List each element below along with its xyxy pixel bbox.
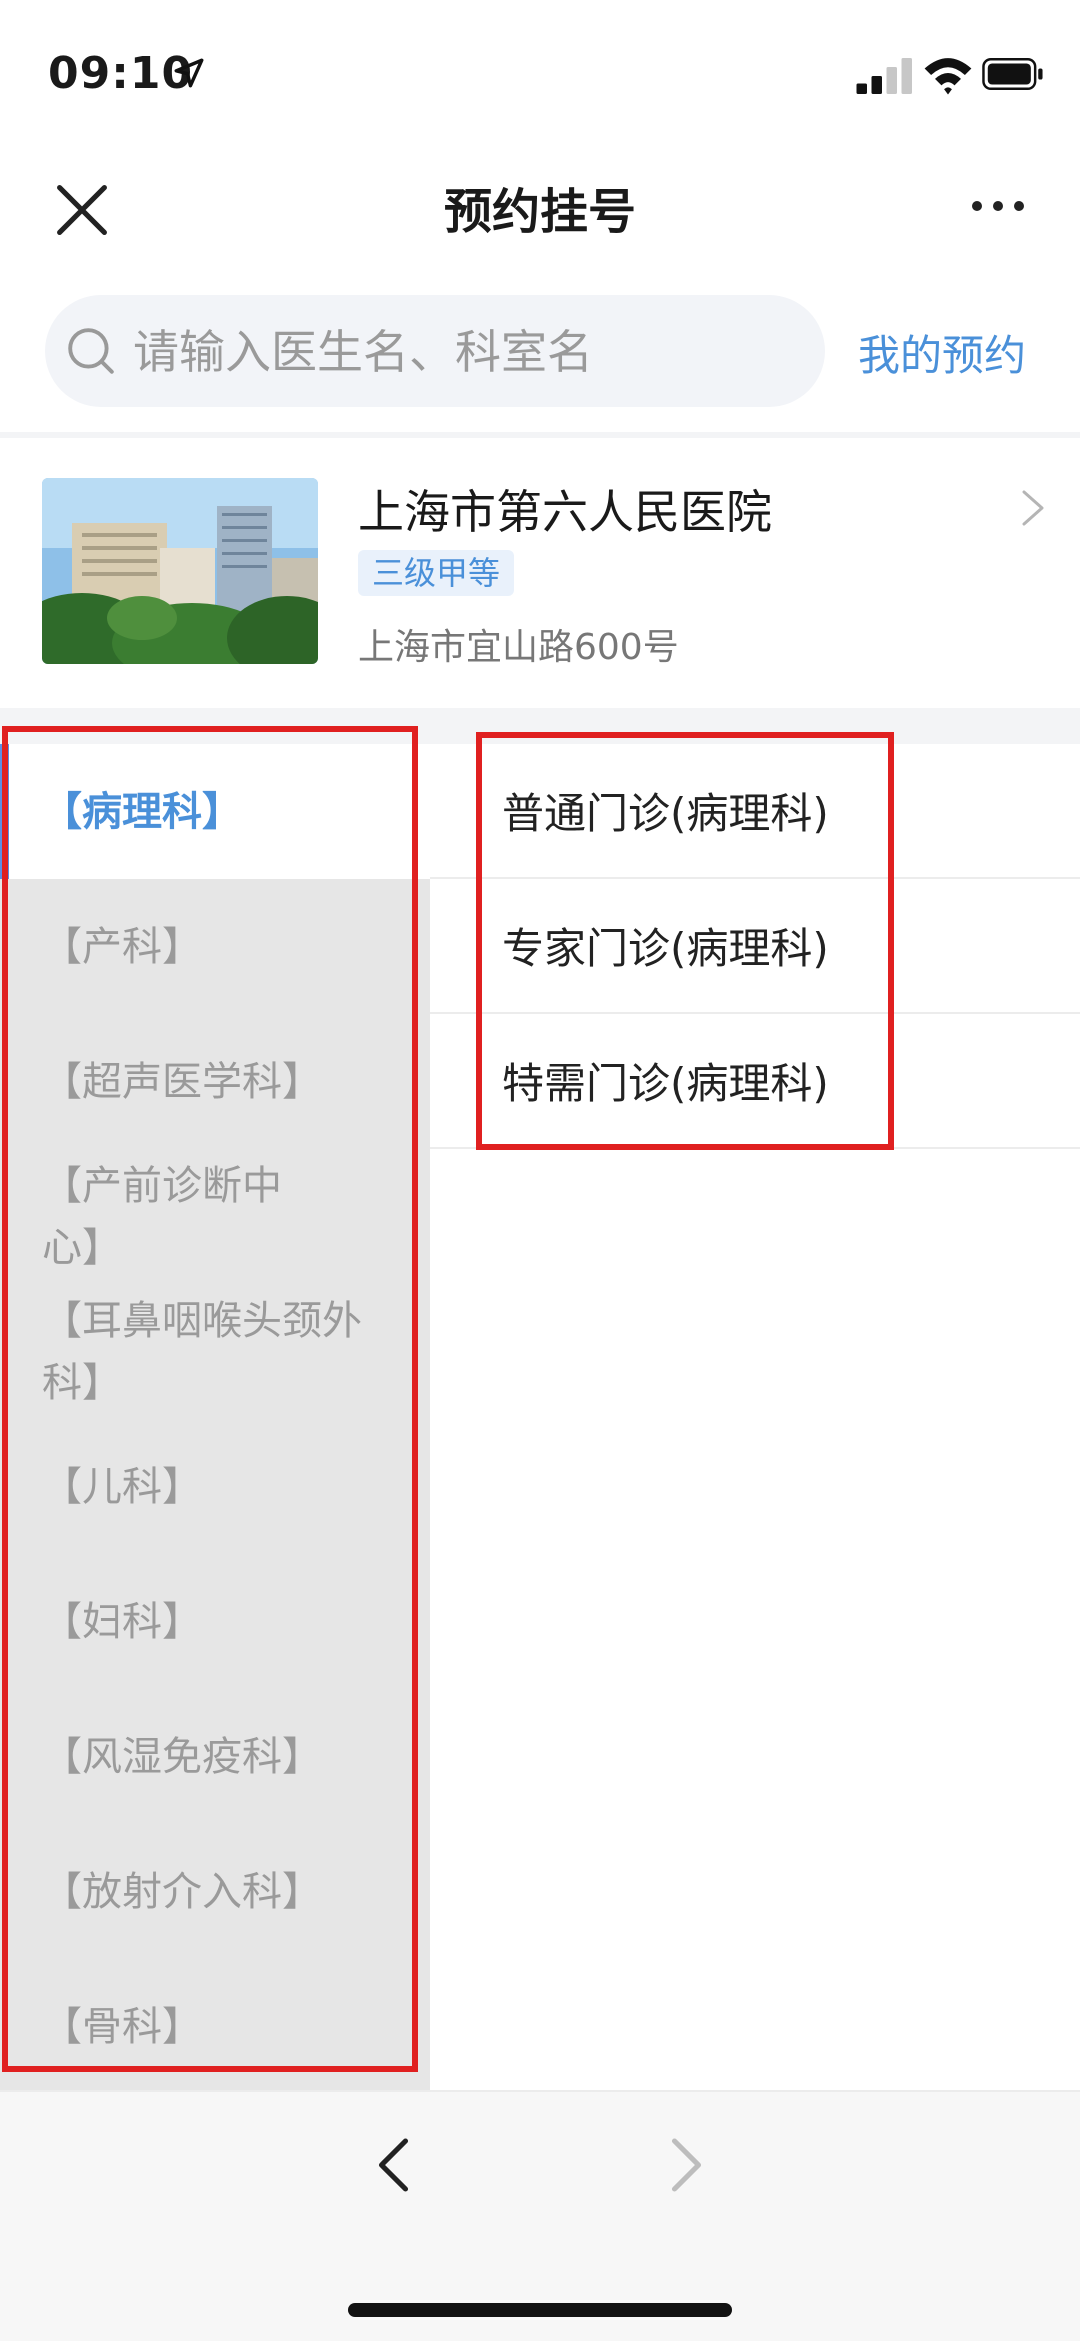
home-indicator — [348, 2303, 732, 2317]
hospital-photo — [42, 478, 318, 664]
cellular-signal-icon — [856, 58, 912, 94]
hospital-name: 上海市第六人民医院 — [358, 485, 772, 539]
wifi-icon — [924, 58, 972, 95]
my-appointments-link[interactable]: 我的预约 — [858, 322, 1026, 383]
page-title: 预约挂号 — [443, 184, 636, 240]
hospital-level-badge: 三级甲等 — [358, 550, 515, 596]
back-button[interactable] — [370, 2135, 420, 2195]
more-icon[interactable] — [968, 188, 1028, 224]
location-arrow-icon — [174, 58, 204, 88]
chevron-right-icon — [1022, 490, 1044, 526]
search-box[interactable] — [45, 295, 825, 407]
battery-icon — [982, 58, 1043, 90]
highlight-box-clinics — [476, 732, 894, 1150]
highlight-box-departments — [2, 726, 418, 2072]
hospital-address: 上海市宜山路600号 — [358, 627, 679, 668]
divider — [0, 432, 1080, 438]
forward-button[interactable] — [660, 2135, 710, 2195]
search-icon — [68, 328, 114, 374]
search-input[interactable] — [131, 317, 785, 387]
